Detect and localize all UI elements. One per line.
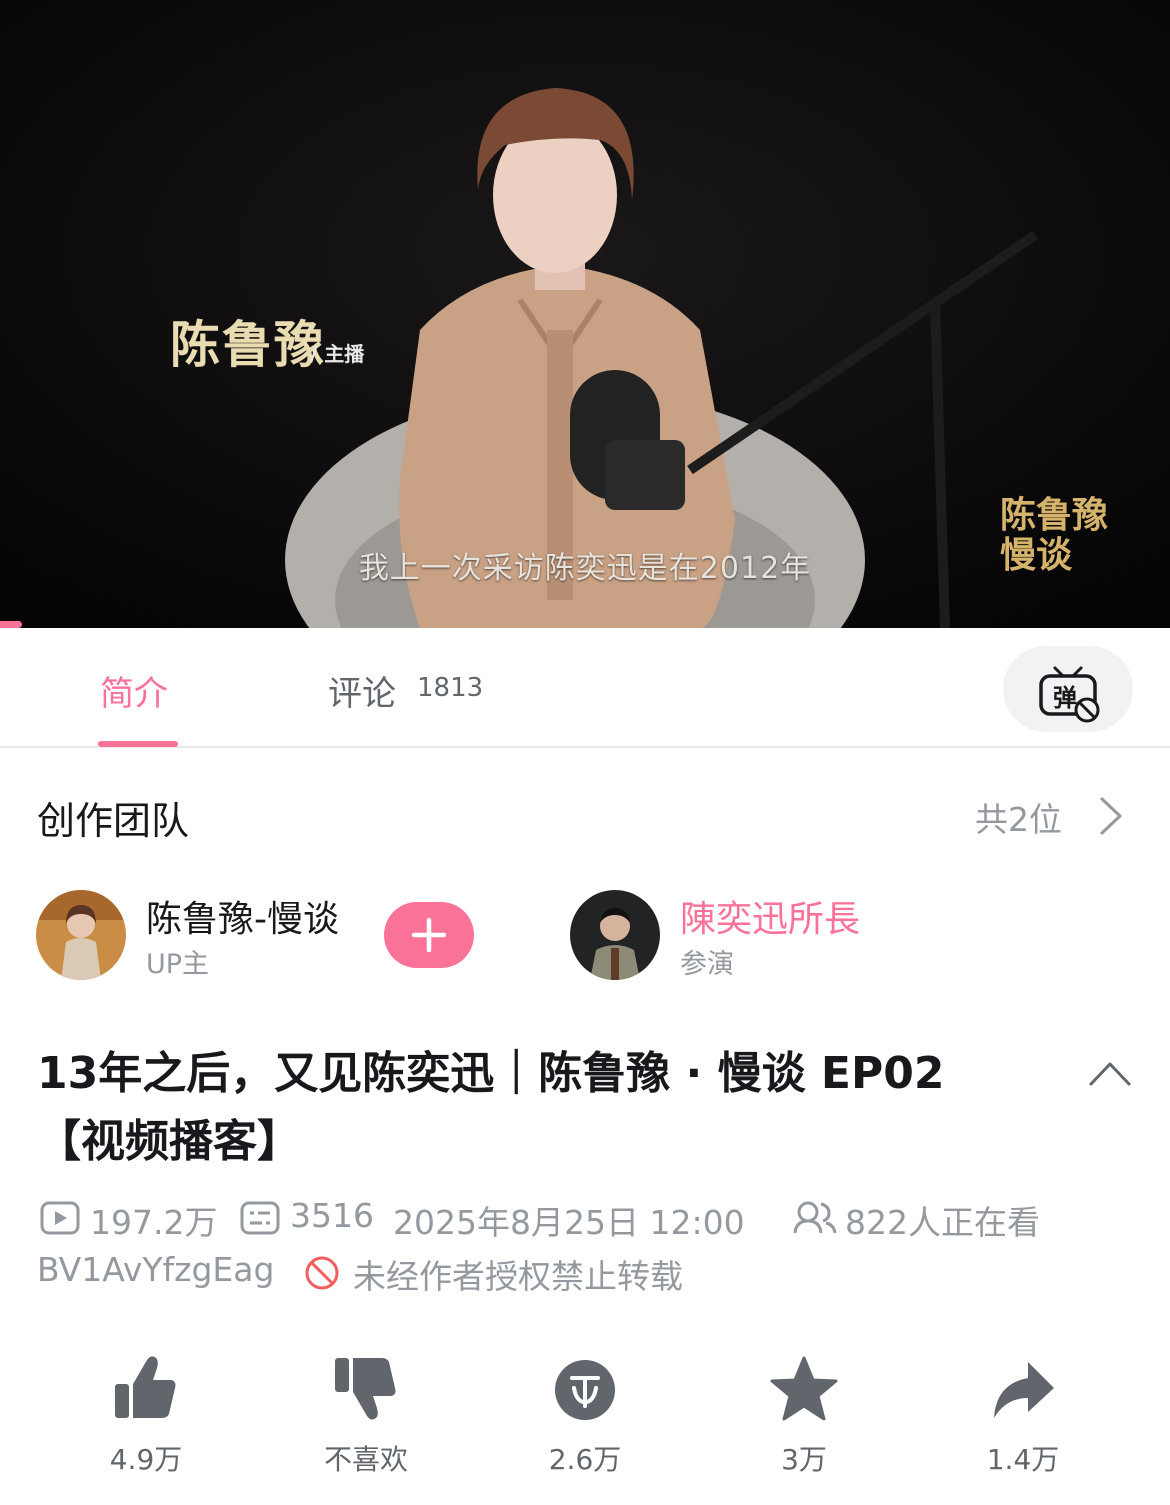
video-title-line2: 【视频播客】 <box>37 1116 301 1167</box>
video-player[interactable]: 陈鲁豫 / 主播 我上一次采访陈奕迅是在2012年 陈鲁豫 慢谈 <box>0 0 1170 628</box>
tab-bar: 简介 评论 1813 弹 <box>0 628 1170 748</box>
chevron-up-icon[interactable] <box>1088 1058 1132 1088</box>
chevron-right-icon[interactable] <box>1098 796 1124 836</box>
no-repost-icon <box>305 1256 339 1290</box>
avatar[interactable] <box>570 890 660 980</box>
host-role-caption: / 主播 <box>310 342 365 366</box>
viewers-icon <box>793 1201 837 1234</box>
creator-team-title: 创作团队 <box>37 799 190 843</box>
creator-team-count[interactable]: 共2位 <box>975 793 1062 841</box>
svg-text:弹: 弹 <box>1053 684 1077 712</box>
playback-progress[interactable] <box>0 621 22 628</box>
play-count-icon <box>40 1201 80 1235</box>
member-name[interactable]: 陳奕迅所長 <box>680 890 860 942</box>
coin-icon <box>555 1360 615 1420</box>
member-role: UP主 <box>146 949 210 980</box>
tab-intro[interactable]: 简介 <box>100 666 168 715</box>
watching-count: 822人正在看 <box>845 1203 1040 1242</box>
tab-active-indicator <box>98 741 178 747</box>
thumbs-up-icon <box>115 1356 176 1418</box>
tab-comments[interactable]: 评论 <box>328 666 396 715</box>
video-stats-row: 197.2万 3516 2025年8月25日 12:00 822人正在看 <box>37 1196 1137 1242</box>
star-icon <box>770 1356 838 1421</box>
share-icon <box>994 1362 1054 1418</box>
dislike-label: 不喜欢 <box>323 1443 408 1476</box>
publish-time: 2025年8月25日 12:00 <box>393 1203 745 1242</box>
member-name[interactable]: 陈鲁豫-慢谈 <box>146 890 339 942</box>
show-logo-line1: 陈鲁豫 <box>1000 494 1109 536</box>
danmaku-count-icon <box>240 1201 280 1235</box>
host-name-caption: 陈鲁豫 <box>170 315 326 374</box>
comments-count: 1813 <box>417 673 484 703</box>
video-title: 13年之后，又见陈奕迅｜陈鲁豫 · 慢谈 EP02 【视频播客】 <box>37 1040 1057 1176</box>
favorite-count: 3万 <box>781 1443 827 1476</box>
view-count: 197.2万 <box>90 1203 218 1242</box>
video-subtitle: 我上一次采访陈奕迅是在2012年 <box>358 551 812 586</box>
share-count: 1.4万 <box>986 1443 1060 1476</box>
video-id-row: BV1AvYfzgEag 未经作者授权禁止转载 <box>37 1250 1137 1296</box>
thumbs-down-icon <box>335 1358 396 1420</box>
bvid[interactable]: BV1AvYfzgEag <box>37 1250 274 1289</box>
danmaku-off-icon: 弹 <box>1039 666 1100 723</box>
member-role: 参演 <box>680 949 734 980</box>
danmaku-count: 3516 <box>290 1196 374 1235</box>
show-logo: 陈鲁豫 慢谈 <box>1000 495 1108 575</box>
danmaku-toggle-button[interactable]: 弹 <box>1003 646 1133 732</box>
copyright-notice: 未经作者授权禁止转载 <box>353 1257 683 1296</box>
show-logo-line2: 慢谈 <box>1000 534 1073 576</box>
coin-count: 2.6万 <box>548 1443 622 1476</box>
avatar[interactable] <box>36 890 126 980</box>
like-count: 4.9万 <box>109 1443 183 1476</box>
video-title-line1: 13年之后，又见陈奕迅｜陈鲁豫 · 慢谈 EP02 <box>37 1048 945 1099</box>
follow-button[interactable] <box>384 902 474 968</box>
plus-icon <box>411 917 447 953</box>
